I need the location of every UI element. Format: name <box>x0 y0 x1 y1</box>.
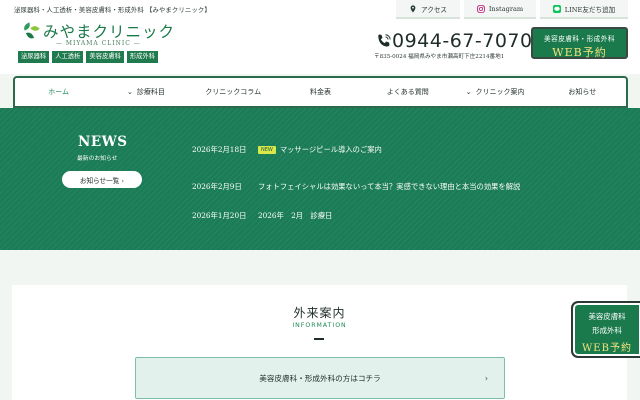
news-title: 2026年 2月 診療日 <box>258 210 333 220</box>
news-list-button[interactable]: お知らせ一覧 › <box>62 171 142 188</box>
site-header: 泌尿器科・人工透析・美容皮膚科・形成外科 【みやまクリニック】 みやまクリニック… <box>0 0 640 74</box>
nav-clinic-info-label: クリニック案内 <box>475 88 525 96</box>
news-title: フォトフェイシャルは効果ないって本当？実感できない理由と本当の効果を解説 <box>258 181 521 191</box>
news-heading: NEWS <box>78 134 128 150</box>
logo-subtitle: — MIYAMA CLINIC — <box>56 40 141 47</box>
news-title: マッサージピール導入のご案内 <box>279 145 382 154</box>
phone-link[interactable]: 0944-67-7070 <box>376 30 533 52</box>
news-date: 2026年1月20日 <box>192 210 247 220</box>
web-reservation-label: WEB予約 <box>552 46 607 59</box>
department-tags: 泌尿器科 人工透析 美容皮膚科 形成外科 <box>18 51 159 63</box>
news-subheading: 最新のお知らせ <box>77 156 118 162</box>
chevron-down-icon: ⌄ <box>465 88 472 96</box>
phone-icon <box>378 34 391 47</box>
float-reserve-line3: WEB予約 <box>582 343 632 354</box>
dept-tag: 美容皮膚科 <box>86 51 124 63</box>
chevron-right-icon: › <box>484 373 488 383</box>
nav-faq[interactable]: よくある質問 <box>364 87 451 97</box>
map-pin-icon <box>410 4 416 13</box>
nav-home[interactable]: ホーム <box>15 87 102 97</box>
access-link[interactable]: アクセス <box>396 0 460 19</box>
web-reservation-dept: 美容皮膚科・形成外科 <box>544 35 615 43</box>
outpatient-section: 外来案内 INFORMATION 美容皮膚科・形成外科の方はコチラ › <box>12 285 627 400</box>
line-link[interactable]: LINE友だち追加 <box>540 0 628 19</box>
nav-news-label: お知らせ <box>568 88 597 96</box>
chevron-down-icon: ⌄ <box>126 88 133 96</box>
dept-tag: 泌尿器科 <box>18 51 50 63</box>
news-item[interactable]: 2026年1月20日 2026年 2月 診療日 <box>192 201 520 230</box>
nav-departments-label: 診療科目 <box>136 88 165 96</box>
floating-web-reservation-button[interactable]: 美容皮膚科 形成外科 WEB予約 <box>571 301 640 358</box>
clinic-logo[interactable]: みやまクリニック <box>22 20 175 42</box>
dept-tag: 形成外科 <box>126 51 159 63</box>
nav-column[interactable]: クリニックコラム <box>190 87 277 97</box>
nav-clinic-info[interactable]: ⌄ クリニック案内 <box>451 87 538 97</box>
nav-column-label: クリニックコラム <box>205 88 262 96</box>
float-reserve-line1: 美容皮膚科 <box>588 312 626 321</box>
news-date: 2026年2月18日 <box>192 145 247 154</box>
heading-divider <box>314 338 324 340</box>
cosmetic-dermatology-link[interactable]: 美容皮膚科・形成外科の方はコチラ › <box>135 357 505 399</box>
line-icon <box>552 4 561 13</box>
utility-links: アクセス Instagram LINE友だち追加 <box>396 0 628 19</box>
nav-faq-label: よくある質問 <box>386 88 429 96</box>
nav-price[interactable]: 料金表 <box>277 87 364 97</box>
leaf-logo-icon <box>22 22 40 41</box>
clinic-address: 〒835-0024 福岡県みやま市瀬高町下庄2214番地1 <box>374 54 505 60</box>
news-date: 2026年2月9日 <box>192 181 242 191</box>
news-item[interactable]: 2026年2月9日 フォトフェイシャルは効果ないって本当？実感できない理由と本当… <box>192 172 520 201</box>
main-nav: ホーム ⌄ 診療科目 クリニックコラム 料金表 よくある質問 ⌄ クリニック案内 お… <box>13 76 628 108</box>
new-badge: NEW <box>258 146 276 154</box>
cosmetic-dermatology-link-label: 美容皮膚科・形成外科の方はコチラ <box>259 373 381 383</box>
instagram-icon <box>476 4 485 13</box>
dept-tag: 人工透析 <box>52 51 84 63</box>
header-topline: 泌尿器科・人工透析・美容皮膚科・形成外科 【みやまクリニック】 <box>14 6 211 14</box>
nav-departments[interactable]: ⌄ 診療科目 <box>102 87 189 97</box>
logo-title: みやまクリニック <box>43 23 176 41</box>
outpatient-heading: 外来案内 <box>293 306 346 320</box>
instagram-label: Instagram <box>488 4 524 13</box>
line-label: LINE友だち追加 <box>564 5 616 14</box>
float-reserve-line2: 形成外科 <box>592 326 622 335</box>
phone-number: 0944-67-7070 <box>392 30 533 52</box>
instagram-link[interactable]: Instagram <box>464 0 536 19</box>
outpatient-subheading: INFORMATION <box>292 322 347 329</box>
nav-home-label: ホーム <box>48 88 70 96</box>
news-list: 2026年2月18日 NEW マッサージピール導入のご案内 2026年2月9日 … <box>192 143 520 230</box>
web-reservation-button[interactable]: 美容皮膚科・形成外科 WEB予約 <box>531 27 628 59</box>
access-label: アクセス <box>420 5 448 14</box>
news-item[interactable]: 2026年2月18日 NEW マッサージピール導入のご案内 <box>192 143 520 157</box>
news-section: NEWS 最新のお知らせ お知らせ一覧 › 2026年2月18日 NEW マッサ… <box>0 108 640 250</box>
nav-news[interactable]: お知らせ <box>539 87 626 97</box>
nav-price-label: 料金表 <box>309 88 331 96</box>
